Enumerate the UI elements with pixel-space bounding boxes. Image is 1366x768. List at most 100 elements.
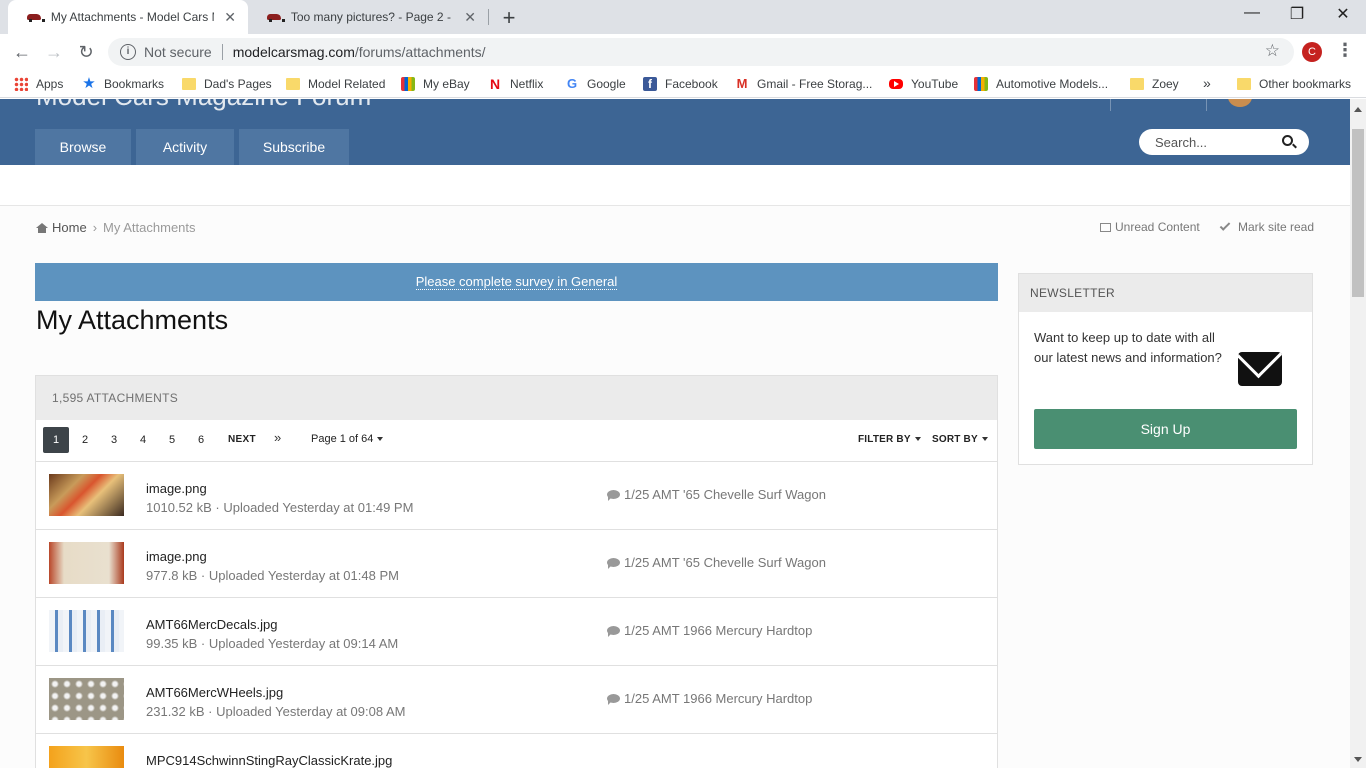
- bookmark-google[interactable]: G Google: [565, 75, 626, 93]
- browser-menu-icon[interactable]: ⋮: [1336, 40, 1354, 61]
- attachment-meta: 231.32 kB · Uploaded Yesterday at 09:08 …: [146, 704, 406, 719]
- forward-arrow-icon[interactable]: →: [42, 40, 66, 64]
- next-page-button[interactable]: NEXT: [228, 434, 256, 445]
- bookmark-automotive-models[interactable]: Automotive Models...: [974, 75, 1108, 93]
- nav-tab-subscribe[interactable]: Subscribe: [239, 129, 349, 165]
- bookmark-zoey[interactable]: Zoey: [1130, 75, 1179, 93]
- search-placeholder: Search...: [1155, 134, 1208, 150]
- search-icon[interactable]: [1282, 135, 1293, 146]
- breadcrumb: Home › My Attachments: [36, 220, 196, 235]
- bookmark-dads-pages[interactable]: Dad's Pages: [182, 75, 272, 93]
- envelope-icon: [1238, 352, 1282, 386]
- youtube-icon: [889, 79, 903, 89]
- more-bookmarks-icon[interactable]: »: [1203, 75, 1211, 91]
- browser-tab-active[interactable]: My Attachments - Model Cars Magazine For…: [8, 0, 248, 34]
- bookmark-facebook[interactable]: f Facebook: [643, 75, 718, 93]
- browser-tab-inactive[interactable]: Too many pictures? - Page 2 - How To ✕: [248, 0, 488, 34]
- folder-icon: [182, 78, 196, 90]
- bookmark-bookmarks[interactable]: ★ Bookmarks: [82, 75, 164, 93]
- restore-icon[interactable]: ❐: [1285, 4, 1309, 24]
- attachment-topic-link[interactable]: 1/25 AMT 1966 Mercury Hardtop: [607, 623, 812, 638]
- page-5-button[interactable]: 5: [159, 427, 185, 453]
- page-scrollbar[interactable]: [1350, 99, 1366, 768]
- nav-tab-browse[interactable]: Browse: [35, 129, 131, 165]
- mark-site-read-link[interactable]: Mark site read: [1219, 220, 1315, 234]
- attachment-filename[interactable]: image.png: [146, 549, 207, 564]
- attachment-thumbnail[interactable]: [49, 474, 124, 516]
- attachment-topic-link[interactable]: 1/25 AMT 1966 Mercury Hardtop: [607, 691, 812, 706]
- site-header: Model Cars Magazine Forum Browse Activit…: [0, 99, 1350, 165]
- page-2-button[interactable]: 2: [72, 427, 98, 453]
- bookmark-star-icon[interactable]: ☆: [1265, 41, 1280, 61]
- folder-icon: [286, 78, 300, 90]
- profile-avatar[interactable]: C: [1302, 42, 1322, 62]
- ebay-icon: [974, 77, 988, 91]
- close-tab-icon[interactable]: ✕: [464, 9, 476, 26]
- filter-by-dropdown[interactable]: FILTER BY: [858, 434, 921, 445]
- last-page-icon[interactable]: »: [274, 430, 281, 445]
- breadcrumb-home[interactable]: Home: [52, 220, 87, 235]
- attachment-thumbnail[interactable]: [49, 542, 124, 584]
- breadcrumb-separator: ›: [92, 220, 98, 235]
- page-jump-dropdown[interactable]: Page 1 of 64: [311, 433, 384, 445]
- bookmark-netflix[interactable]: N Netflix: [488, 75, 543, 93]
- scroll-down-icon[interactable]: [1354, 757, 1362, 762]
- back-arrow-icon[interactable]: ←: [10, 40, 34, 64]
- bookmark-label: Apps: [36, 77, 64, 91]
- unread-content-link[interactable]: Unread Content: [1100, 220, 1200, 234]
- sort-label: SORT BY: [932, 434, 978, 445]
- attachment-filename[interactable]: image.png: [146, 481, 207, 496]
- browser-toolbar: ← → ↻ i Not secure modelcarsmag.com/foru…: [0, 34, 1366, 70]
- announcement-banner: Please complete survey in General: [35, 263, 998, 301]
- attachment-thumbnail[interactable]: [49, 746, 124, 768]
- page-1-button[interactable]: 1: [43, 427, 69, 453]
- minimize-icon[interactable]: —: [1240, 4, 1264, 22]
- attachment-filename[interactable]: AMT66MercWHeels.jpg: [146, 685, 283, 700]
- page-3-button[interactable]: 3: [101, 427, 127, 453]
- mark-site-read-label: Mark site read: [1238, 220, 1315, 234]
- attachment-meta: 99.35 kB · Uploaded Yesterday at 09:14 A…: [146, 636, 399, 651]
- info-icon[interactable]: i: [120, 44, 136, 60]
- header-divider: [1110, 99, 1111, 111]
- nav-tab-activity[interactable]: Activity: [136, 129, 234, 165]
- bookmark-my-ebay[interactable]: My eBay: [401, 75, 470, 93]
- attachment-filename[interactable]: AMT66MercDecals.jpg: [146, 617, 278, 632]
- home-icon[interactable]: [36, 222, 48, 233]
- bookmark-other-bookmarks[interactable]: Other bookmarks: [1237, 75, 1351, 93]
- bookmark-label: YouTube: [911, 77, 959, 91]
- new-tab-icon[interactable]: +: [498, 5, 520, 31]
- scroll-thumb[interactable]: [1352, 129, 1364, 297]
- search-input[interactable]: Search...: [1139, 129, 1309, 155]
- comment-icon: [607, 558, 620, 569]
- scroll-up-icon[interactable]: [1354, 107, 1362, 112]
- attachment-thumbnail[interactable]: [49, 610, 124, 652]
- attachment-thumbnail[interactable]: [49, 678, 124, 720]
- close-tab-icon[interactable]: ✕: [224, 9, 236, 26]
- bookmark-model-related[interactable]: Model Related: [286, 75, 385, 93]
- page-of-label: Page 1 of 64: [311, 433, 374, 445]
- attachment-topic-link[interactable]: 1/25 AMT '65 Chevelle Surf Wagon: [607, 487, 826, 502]
- unread-content-label: Unread Content: [1115, 220, 1200, 234]
- document-icon: [1100, 222, 1111, 232]
- bookmark-youtube[interactable]: YouTube: [889, 75, 958, 93]
- attachment-row: AMT66MercDecals.jpg 99.35 kB · Uploaded …: [36, 598, 997, 666]
- comment-icon: [607, 490, 620, 501]
- url-path: /forums/attachments/: [354, 44, 486, 60]
- page-4-button[interactable]: 4: [130, 427, 156, 453]
- gmail-icon: M: [736, 76, 748, 91]
- sort-by-dropdown[interactable]: SORT BY: [932, 434, 988, 445]
- attachment-topic-link[interactable]: 1/25 AMT '65 Chevelle Surf Wagon: [607, 555, 826, 570]
- attachment-filename[interactable]: MPC914SchwinnStingRayClassicKrate.jpg: [146, 753, 392, 768]
- sign-up-button[interactable]: Sign Up: [1034, 409, 1297, 449]
- topic-title: 1/25 AMT '65 Chevelle Surf Wagon: [624, 487, 826, 502]
- reload-icon[interactable]: ↻: [74, 40, 98, 64]
- site-title[interactable]: Model Cars Magazine Forum: [36, 99, 371, 112]
- close-window-icon[interactable]: ✕: [1331, 4, 1355, 24]
- address-bar[interactable]: i Not secure modelcarsmag.com/forums/att…: [108, 38, 1294, 66]
- page-6-button[interactable]: 6: [188, 427, 214, 453]
- browser-tab-bar: My Attachments - Model Cars Magazine For…: [0, 0, 1366, 34]
- bookmark-gmail[interactable]: M Gmail - Free Storag...: [735, 75, 873, 93]
- user-avatar[interactable]: [1228, 99, 1252, 107]
- bookmark-apps[interactable]: Apps: [14, 75, 63, 93]
- announcement-link[interactable]: Please complete survey in General: [415, 274, 618, 290]
